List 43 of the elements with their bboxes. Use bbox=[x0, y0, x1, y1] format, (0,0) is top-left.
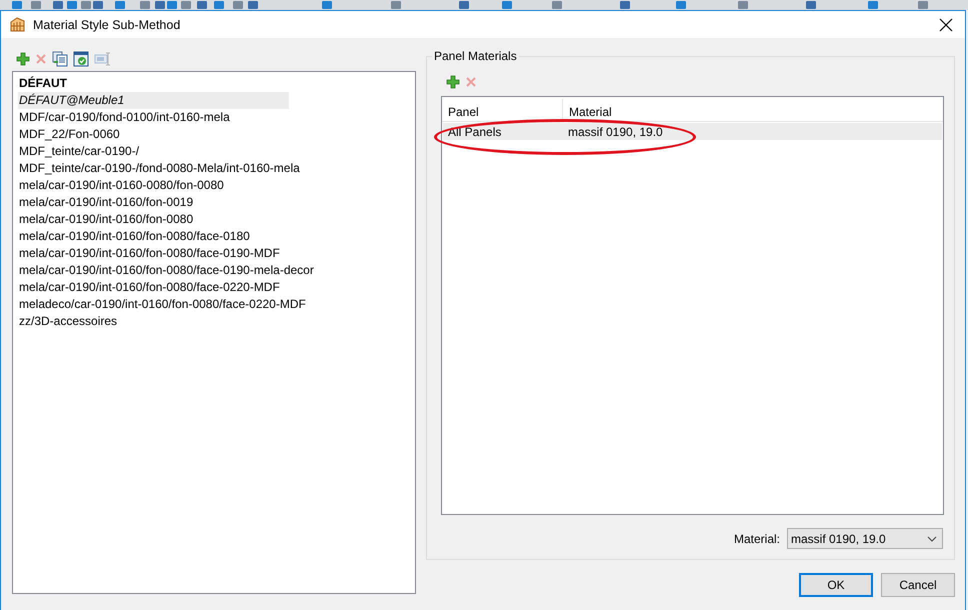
toolbar-icon[interactable] bbox=[552, 1, 562, 9]
copy-icon[interactable] bbox=[52, 51, 68, 67]
window-title: Material Style Sub-Method bbox=[33, 18, 182, 32]
toolbar-icon[interactable] bbox=[391, 1, 401, 9]
toolbar-icon[interactable] bbox=[459, 1, 469, 9]
window-check-icon[interactable] bbox=[73, 51, 89, 67]
toolbar-icon[interactable] bbox=[918, 1, 928, 9]
cabinet-icon bbox=[9, 16, 26, 33]
style-item[interactable]: mela/car-0190/int-0160/fon-0080/face-0180 bbox=[18, 228, 289, 245]
style-item[interactable]: mela/car-0190/int-0160/fon-0080/face-0190-MDF bbox=[18, 245, 289, 262]
style-item[interactable]: MDF/car-0190/fond-0100/int-0160-mela bbox=[18, 109, 289, 126]
style-item[interactable]: mela/car-0190/int-0160/fon-0080/face-0190-mela-decor bbox=[18, 262, 314, 279]
style-item[interactable]: mela/car-0190/int-0160/fon-0080 bbox=[18, 211, 289, 228]
style-item[interactable]: mela/car-0190/int-0160/fon-0019 bbox=[18, 194, 289, 211]
dialog-button[interactable]: Cancel bbox=[881, 573, 955, 597]
toolbar-icon[interactable] bbox=[738, 1, 748, 9]
caret-icon bbox=[927, 536, 937, 542]
close-icon[interactable] bbox=[939, 18, 953, 32]
add-icon[interactable] bbox=[16, 52, 30, 66]
toolbar-icon[interactable] bbox=[502, 1, 512, 9]
toolbar-icon[interactable] bbox=[620, 1, 630, 9]
toolbar-icon[interactable] bbox=[868, 1, 878, 9]
column-header[interactable]: Material bbox=[563, 99, 618, 121]
material-dropdown[interactable]: massif 0190, 19.0 bbox=[787, 528, 943, 549]
style-item[interactable]: MDF_teinte/car-0190-/ bbox=[18, 143, 289, 160]
style-item[interactable]: DÉFAUT@Meuble1 bbox=[18, 92, 289, 109]
style-item[interactable]: meladeco/car-0190/int-0160/fon-0080/face-0220-MDF bbox=[18, 296, 306, 313]
material-label: Material: bbox=[734, 532, 780, 546]
toolbar-icon[interactable] bbox=[676, 1, 686, 9]
toolbar-icon[interactable] bbox=[322, 1, 332, 9]
toolbar-icon[interactable] bbox=[806, 1, 816, 9]
style-item[interactable]: mela/car-0190/int-0160-0080/fon-0080 bbox=[18, 177, 289, 194]
style-item[interactable]: MDF_teinte/car-0190-/fond-0080-Mela/int-0160-mela bbox=[18, 160, 300, 177]
dialog-button[interactable]: OK bbox=[799, 573, 873, 597]
add-icon[interactable] bbox=[446, 75, 460, 89]
style-item[interactable]: MDF_22/Fon-0060 bbox=[18, 126, 289, 143]
column-header[interactable]: Panel bbox=[442, 99, 563, 121]
style-item[interactable]: DÉFAUT bbox=[18, 75, 289, 92]
toolbar-icon[interactable] bbox=[115, 1, 125, 9]
style-item[interactable]: mela/car-0190/int-0160/fon-0080/face-0220-MDF bbox=[18, 279, 289, 296]
table-cell-text: massif 0190, 19.0 bbox=[567, 124, 663, 138]
group-title: Panel Materials bbox=[432, 49, 519, 63]
style-item[interactable]: zz/3D-accessoires bbox=[18, 313, 289, 330]
